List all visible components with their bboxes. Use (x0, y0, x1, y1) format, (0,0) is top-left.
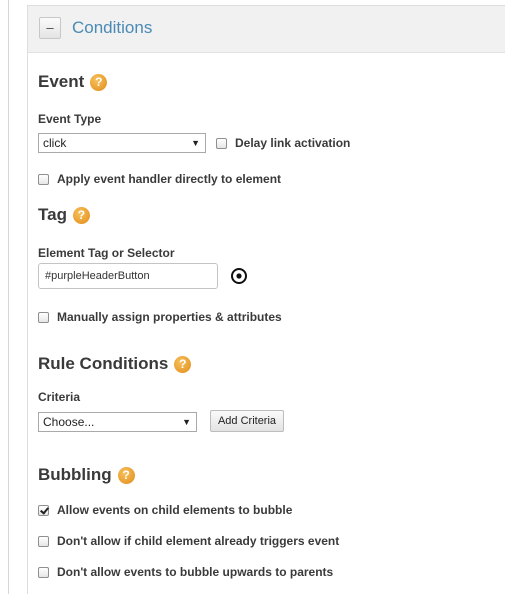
tag-title: Tag (38, 205, 67, 224)
delay-link-option[interactable]: Delay link activation (216, 136, 350, 150)
selector-input[interactable]: #purpleHeaderButton (38, 263, 218, 289)
help-icon[interactable]: ? (117, 466, 135, 484)
rule-conditions-title: Rule Conditions (38, 354, 169, 373)
selector-label: Element Tag or Selector (38, 246, 175, 260)
panel-title: Conditions (72, 18, 153, 37)
collapse-button[interactable]: – (39, 17, 61, 39)
selector-value: #purpleHeaderButton (45, 270, 150, 282)
event-section-title: Event ? (38, 71, 108, 93)
criteria-value: Choose... (43, 415, 95, 429)
chevron-down-icon: ▼ (182, 417, 191, 427)
apply-handler-label: Apply event handler directly to element (57, 172, 282, 186)
help-icon[interactable]: ? (174, 355, 192, 373)
bubbling-section-title: Bubbling ? (38, 464, 135, 486)
apply-handler-checkbox[interactable] (38, 173, 49, 185)
event-type-value: click (43, 136, 67, 150)
dont-allow-child-checkbox[interactable] (38, 535, 49, 547)
allow-bubble-checkbox[interactable] (38, 504, 49, 516)
event-type-select[interactable]: click ▼ (38, 133, 206, 153)
conditions-panel: – Conditions Event ? Event Type click ▼ … (27, 5, 505, 594)
bubbling-option[interactable]: Don't allow if child element already tri… (38, 534, 339, 548)
manual-assign-option[interactable]: Manually assign properties & attributes (38, 310, 282, 324)
target-icon[interactable] (231, 268, 247, 284)
criteria-select[interactable]: Choose... ▼ (38, 412, 197, 432)
bubbling-title: Bubbling (38, 465, 112, 484)
bubbling-option-label: Allow events on child elements to bubble (57, 503, 293, 517)
event-type-label: Event Type (38, 112, 102, 126)
delay-link-label: Delay link activation (235, 136, 351, 150)
panel-header: – Conditions (28, 6, 505, 53)
help-icon[interactable]: ? (72, 206, 90, 224)
bubbling-option[interactable]: Don't allow events to bubble upwards to … (38, 565, 333, 579)
event-title: Event (38, 72, 85, 91)
add-criteria-button[interactable]: Add Criteria (210, 410, 284, 432)
manual-assign-checkbox[interactable] (38, 311, 49, 323)
apply-handler-option[interactable]: Apply event handler directly to element (38, 172, 281, 186)
bubbling-option[interactable]: Allow events on child elements to bubble (38, 503, 292, 517)
bubbling-option-label: Don't allow events to bubble upwards to … (57, 565, 334, 579)
tag-section-title: Tag ? (38, 204, 90, 226)
manual-assign-label: Manually assign properties & attributes (57, 310, 282, 324)
help-icon[interactable]: ? (90, 73, 108, 91)
criteria-label: Criteria (38, 390, 81, 404)
rule-conditions-section-title: Rule Conditions ? (38, 353, 192, 375)
delay-link-checkbox[interactable] (216, 137, 227, 149)
bubbling-option-label: Don't allow if child element already tri… (57, 534, 340, 548)
chevron-down-icon: ▼ (191, 138, 200, 148)
dont-bubble-parents-checkbox[interactable] (38, 566, 49, 578)
left-divider (8, 0, 9, 594)
